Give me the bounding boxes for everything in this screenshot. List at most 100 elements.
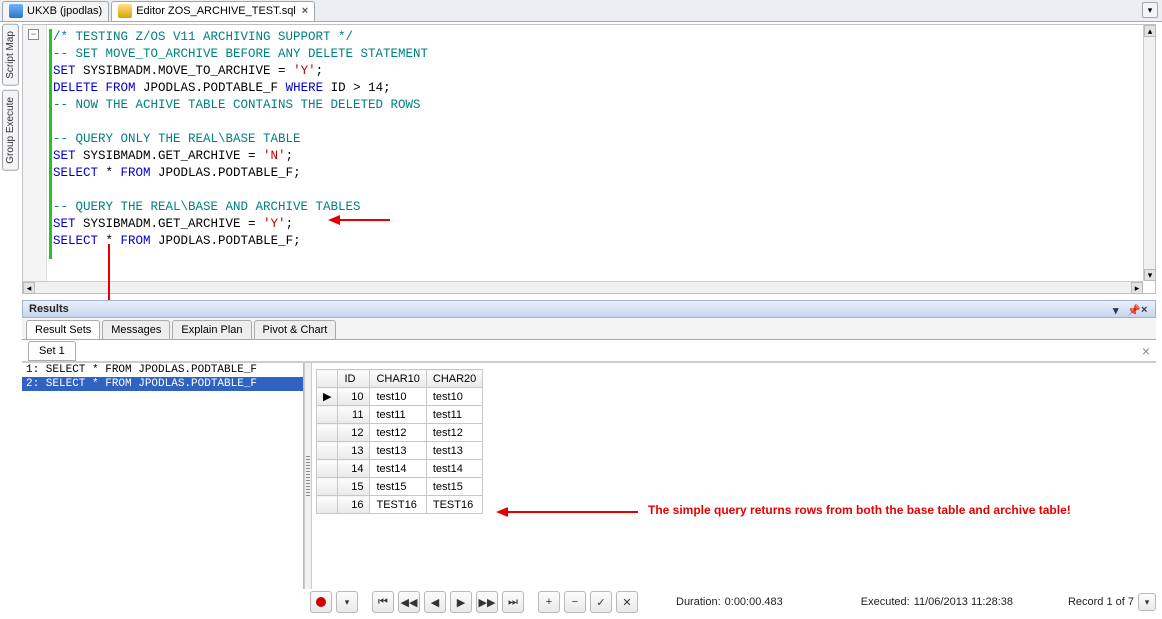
scroll-down-button[interactable]: ▾ [1144, 269, 1156, 281]
delete-row-button[interactable]: − [564, 591, 586, 613]
code-token: FROM [106, 81, 136, 95]
editor-hscrollbar[interactable]: ◂ ▸ [23, 281, 1143, 293]
code-token: SELECT [53, 166, 98, 180]
cell[interactable]: test15 [426, 478, 482, 496]
fold-toggle[interactable]: − [28, 29, 39, 40]
toolbar-dropdown[interactable]: ▾ [336, 591, 358, 613]
cell[interactable]: test12 [426, 424, 482, 442]
code-token: SYSIBMADM.GET_ARCHIVE = [76, 149, 264, 163]
code-token: 14 [368, 81, 383, 95]
cell[interactable]: 14 [338, 460, 370, 478]
code-token: ; [316, 64, 324, 78]
set-close-button[interactable]: × [1142, 343, 1150, 359]
panel-pin-button[interactable]: 📌 [1127, 304, 1137, 314]
code-token: SELECT [53, 234, 98, 248]
cell[interactable]: TEST16 [370, 496, 426, 514]
annotation-text: The simple query returns rows from both … [648, 503, 1071, 517]
sql-editor[interactable]: − /* TESTING Z/OS V11 ARCHIVING SUPPORT … [22, 24, 1156, 294]
editor-tabs-bar: UKXB (jpodlas) Editor ZOS_ARCHIVE_TEST.s… [0, 0, 1162, 22]
cell[interactable]: test11 [426, 406, 482, 424]
panel-minimize-button[interactable]: ▾ [1113, 304, 1123, 314]
side-tabs: Script Map Group Execute [0, 22, 20, 173]
add-row-button[interactable]: + [538, 591, 560, 613]
nav-prev-button[interactable]: ◀ [424, 591, 446, 613]
result-grid-wrap: ID CHAR10 CHAR20 ▶10test10test10 11test1… [312, 363, 1156, 589]
code-token: JPODLAS.PODTABLE_F; [151, 234, 301, 248]
results-tab-bar: Result Sets Messages Explain Plan Pivot … [22, 318, 1156, 340]
side-tab-script-map[interactable]: Script Map [2, 24, 19, 86]
cell[interactable]: test11 [370, 406, 426, 424]
cell[interactable]: 12 [338, 424, 370, 442]
chevron-down-icon: ▾ [1148, 6, 1153, 15]
table-row[interactable]: 11test11test11 [317, 406, 483, 424]
query-list[interactable]: 1: SELECT * FROM JPODLAS.PODTABLE_F 2: S… [22, 363, 304, 589]
record-counter-dropdown[interactable]: ▾ [1138, 593, 1156, 611]
query-row-1[interactable]: 1: SELECT * FROM JPODLAS.PODTABLE_F [22, 363, 303, 377]
set-tab-1[interactable]: Set 1 [28, 341, 76, 361]
table-row[interactable]: 13test13test13 [317, 442, 483, 460]
splitter[interactable] [304, 363, 312, 589]
tab-connection[interactable]: UKXB (jpodlas) [2, 1, 109, 21]
executed-label: Executed: [861, 596, 910, 608]
table-row[interactable]: 12test12test12 [317, 424, 483, 442]
cell[interactable]: test14 [370, 460, 426, 478]
record-button[interactable] [310, 591, 332, 613]
cell[interactable]: test14 [426, 460, 482, 478]
nav-prev-page-button[interactable]: ◀◀ [398, 591, 420, 613]
duration-label: Duration: [676, 596, 721, 608]
cell[interactable]: 10 [338, 388, 370, 406]
cell[interactable]: test13 [426, 442, 482, 460]
cell[interactable]: test10 [370, 388, 426, 406]
nav-next-button[interactable]: ▶ [450, 591, 472, 613]
code-area[interactable]: /* TESTING Z/OS V11 ARCHIVING SUPPORT */… [53, 29, 1143, 281]
cell[interactable]: test12 [370, 424, 426, 442]
chevron-right-icon: ▸ [1135, 284, 1140, 293]
executed-value: 11/06/2013 11:28:38 [914, 596, 1013, 608]
code-line: -- QUERY ONLY THE REAL\BASE TABLE [53, 132, 301, 146]
col-char10[interactable]: CHAR10 [370, 370, 426, 388]
tab-messages[interactable]: Messages [102, 320, 170, 339]
tab-close-button[interactable]: × [302, 5, 308, 17]
code-line: -- SET MOVE_TO_ARCHIVE BEFORE ANY DELETE… [53, 47, 428, 61]
scroll-right-button[interactable]: ▸ [1131, 282, 1143, 294]
tab-result-sets[interactable]: Result Sets [26, 320, 100, 339]
query-row-2[interactable]: 2: SELECT * FROM JPODLAS.PODTABLE_F [22, 377, 303, 391]
tabs-overflow-button[interactable]: ▾ [1142, 2, 1158, 18]
cell[interactable]: test13 [370, 442, 426, 460]
cell[interactable]: 13 [338, 442, 370, 460]
cell[interactable]: TEST16 [426, 496, 482, 514]
cell[interactable]: 16 [338, 496, 370, 514]
cell[interactable]: test10 [426, 388, 482, 406]
cell[interactable]: 15 [338, 478, 370, 496]
nav-next-page-button[interactable]: ▶▶ [476, 591, 498, 613]
cell[interactable]: test15 [370, 478, 426, 496]
editor-vscrollbar[interactable]: ▴ ▾ [1143, 25, 1155, 281]
result-grid[interactable]: ID CHAR10 CHAR20 ▶10test10test10 11test1… [316, 369, 483, 514]
scroll-up-button[interactable]: ▴ [1144, 25, 1156, 37]
col-char20[interactable]: CHAR20 [426, 370, 482, 388]
table-row[interactable]: ▶10test10test10 [317, 388, 483, 406]
sql-editor-icon [118, 4, 132, 18]
code-token: SYSIBMADM.MOVE_TO_ARCHIVE = [76, 64, 294, 78]
tab-editor[interactable]: Editor ZOS_ARCHIVE_TEST.sql × [111, 1, 315, 21]
side-tab-group-execute[interactable]: Group Execute [2, 90, 19, 171]
nav-first-button[interactable]: ⏮ [372, 591, 394, 613]
scroll-left-button[interactable]: ◂ [23, 282, 35, 294]
current-row-marker: ▶ [317, 388, 338, 406]
tab-explain-plan[interactable]: Explain Plan [172, 320, 251, 339]
tab-pivot-chart[interactable]: Pivot & Chart [254, 320, 337, 339]
col-id[interactable]: ID [338, 370, 370, 388]
cancel-button[interactable]: ✕ [616, 591, 638, 613]
table-row[interactable]: 14test14test14 [317, 460, 483, 478]
table-row[interactable]: 16TEST16TEST16 [317, 496, 483, 514]
chevron-left-icon: ◂ [27, 284, 32, 293]
cell[interactable]: 11 [338, 406, 370, 424]
chevron-down-icon: ▾ [345, 598, 350, 607]
record-counter: Record 1 of 7 [1068, 596, 1134, 608]
code-token: JPODLAS.PODTABLE_F; [151, 166, 301, 180]
commit-button[interactable]: ✓ [590, 591, 612, 613]
code-token: 'Y' [293, 64, 316, 78]
nav-last-button[interactable]: ⏭ [502, 591, 524, 613]
panel-close-button[interactable]: × [1141, 304, 1151, 314]
table-row[interactable]: 15test15test15 [317, 478, 483, 496]
